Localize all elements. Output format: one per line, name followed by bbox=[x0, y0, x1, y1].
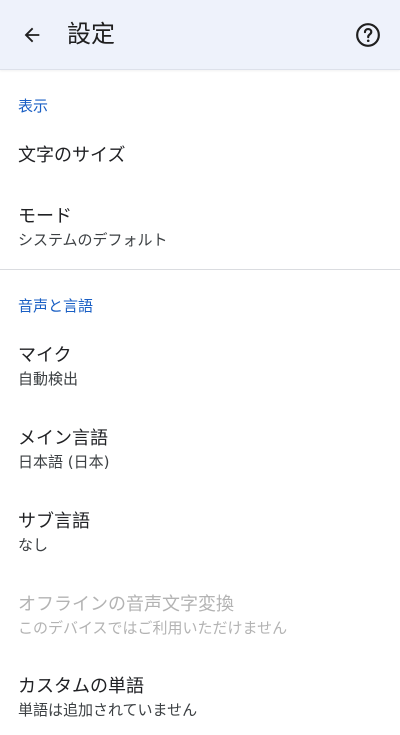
setting-item-label: 文字のサイズ bbox=[18, 145, 126, 166]
setting-item-value: システムのデフォルト bbox=[18, 231, 168, 249]
setting-item-mode[interactable]: モード システムのデフォルト bbox=[0, 205, 400, 250]
back-button[interactable] bbox=[10, 13, 54, 57]
setting-item-value: なし bbox=[18, 536, 49, 554]
top-app-bar: 設定 bbox=[0, 0, 400, 70]
section-header-display: 表示 bbox=[18, 97, 49, 115]
setting-item-text-size[interactable]: 文字のサイズ bbox=[0, 144, 400, 168]
arrow-back-icon bbox=[24, 27, 40, 43]
setting-item-label: マイク bbox=[18, 345, 72, 366]
setting-item-label: サブ言語 bbox=[18, 511, 90, 532]
section-divider bbox=[0, 269, 400, 270]
setting-item-main-language[interactable]: メイン言語 日本語 (日本) bbox=[0, 427, 400, 472]
setting-item-value: 単語は追加されていません bbox=[18, 701, 198, 719]
setting-item-label: オフラインの音声文字変換 bbox=[18, 594, 234, 615]
help-button[interactable] bbox=[346, 13, 390, 57]
setting-item-value: このデバイスではご利用いただけません bbox=[18, 619, 288, 637]
setting-item-label: メイン言語 bbox=[18, 428, 108, 449]
setting-item-value: 日本語 (日本) bbox=[18, 453, 110, 471]
setting-item-sub-language[interactable]: サブ言語 なし bbox=[0, 510, 400, 555]
setting-item-label: カスタムの単語 bbox=[18, 676, 144, 697]
setting-item-offline-transcription: オフラインの音声文字変換 このデバイスではご利用いただけません bbox=[0, 593, 400, 638]
help-circle-icon bbox=[356, 23, 380, 47]
setting-item-value: 自動検出 bbox=[18, 370, 79, 388]
section-header-voice-language: 音声と言語 bbox=[18, 297, 94, 315]
setting-item-custom-words[interactable]: カスタムの単語 単語は追加されていません bbox=[0, 675, 400, 720]
setting-item-label: モード bbox=[18, 206, 72, 227]
page-title: 設定 bbox=[67, 20, 115, 48]
setting-item-microphone[interactable]: マイク 自動検出 bbox=[0, 344, 400, 389]
